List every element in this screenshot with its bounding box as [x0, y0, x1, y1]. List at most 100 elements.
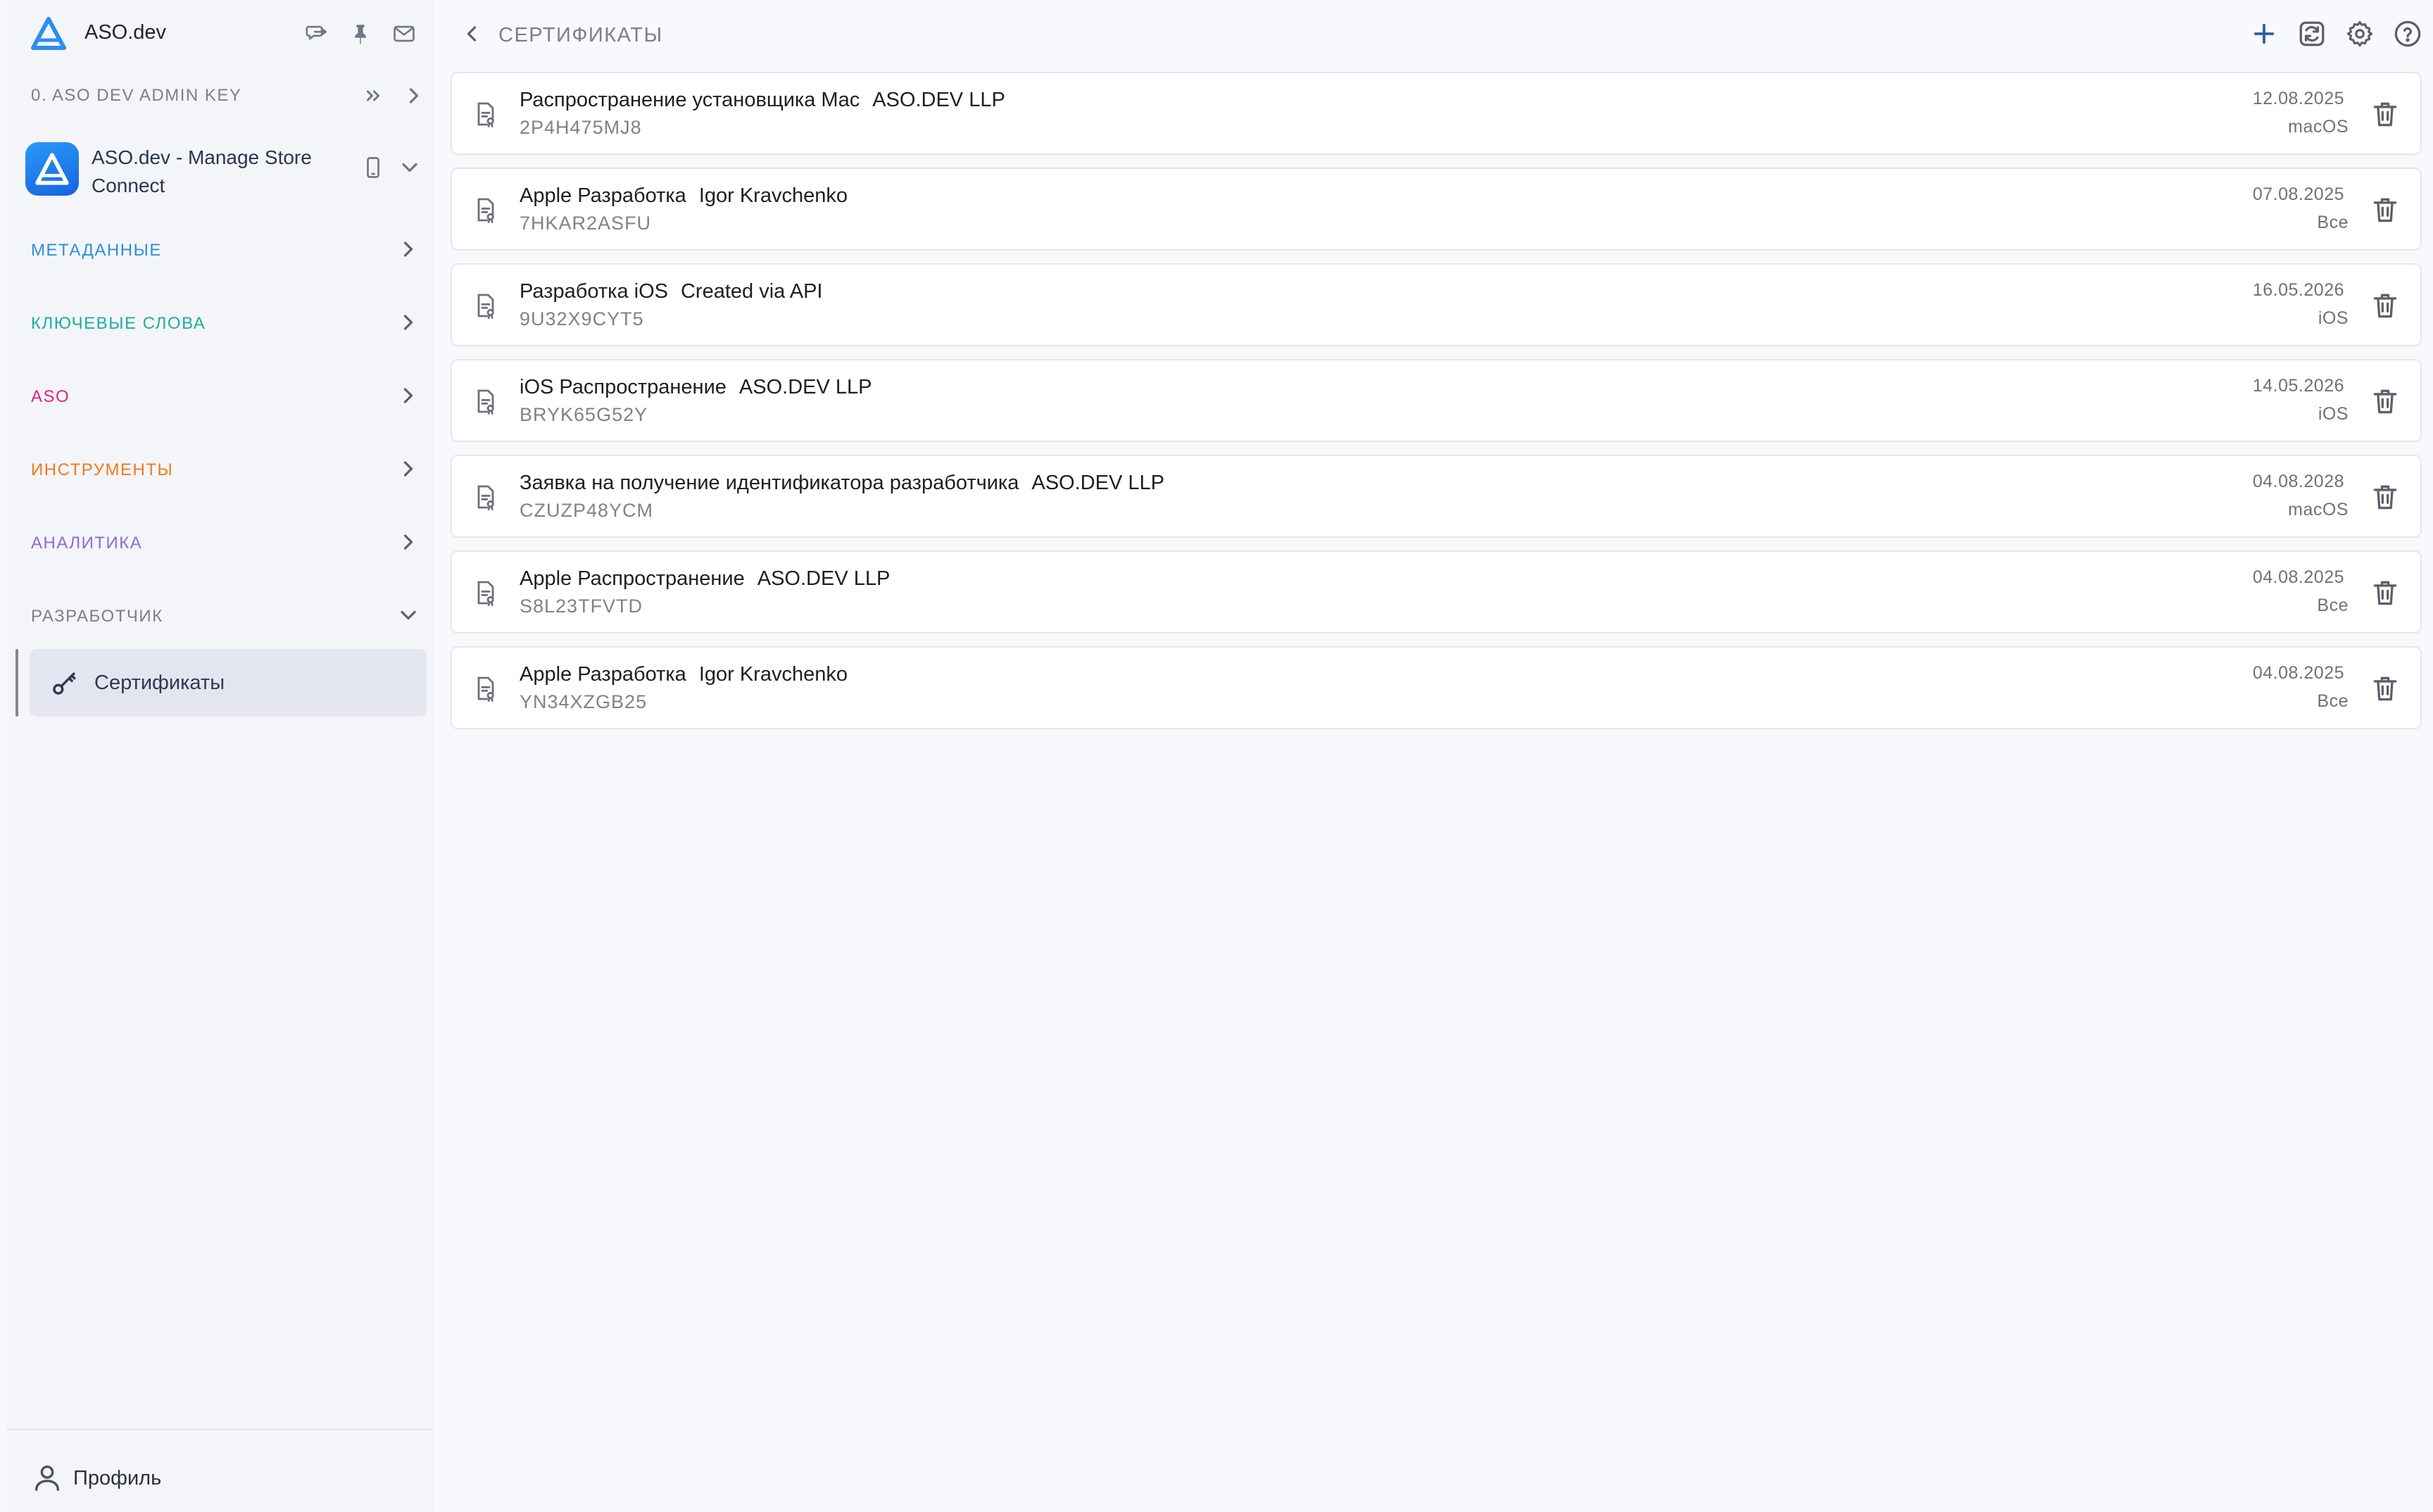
certificate-type: Разработка iOS [520, 280, 668, 303]
help-button[interactable] [2392, 18, 2423, 49]
certificate-serial: 2P4H475MJ8 [520, 117, 642, 138]
certificate-serial: S8L23TFVTD [520, 596, 643, 617]
certificate-expiry-date: 04.08.2025 [2252, 567, 2344, 587]
certificate-row[interactable]: iOS Распространение ASO.DEV LLP BRYK65G52… [451, 359, 2422, 442]
certificate-title: Apple Разработка Igor Kravchenko [520, 663, 848, 686]
certificate-file-icon [477, 485, 494, 510]
chevron-down-icon [401, 610, 416, 620]
back-chevron-icon[interactable] [459, 21, 484, 46]
nav-keywords[interactable]: КЛЮЧЕВЫЕ СЛОВА [31, 301, 425, 344]
chevron-down-icon[interactable] [397, 155, 422, 180]
certificate-owner: Igor Kravchenko [698, 184, 848, 207]
certificate-platform: iOS [2318, 404, 2349, 424]
trash-icon[interactable] [2370, 673, 2401, 704]
nav-label: АНАЛИТИКА [31, 534, 143, 553]
certificate-file-icon [477, 676, 494, 702]
certificate-title: Apple Разработка Igor Kravchenko [520, 184, 848, 208]
message-icon[interactable] [303, 20, 331, 48]
certificate-row[interactable]: Разработка iOS Created via API 9U32X9CYT5… [451, 263, 2422, 346]
nav-aso[interactable]: ASO [31, 374, 425, 417]
chevron-right-icon[interactable] [401, 83, 427, 108]
certificate-row[interactable]: Apple Разработка Igor Kravchenko YN34XZGB… [451, 646, 2422, 729]
refresh-icon [2299, 21, 2325, 46]
nav-developer[interactable]: РАЗРАБОТЧИК [31, 594, 425, 636]
certificate-expiry-date: 12.08.2025 [2252, 89, 2344, 108]
chevron-right-icon [403, 388, 413, 403]
trash-icon[interactable] [2370, 194, 2401, 225]
nav-metadata[interactable]: МЕТАДАННЫЕ [31, 228, 425, 270]
api-key-selector[interactable]: 0. ASO DEV ADMIN KEY [31, 82, 425, 110]
certificate-expiry-date: 04.08.2028 [2252, 472, 2344, 491]
settings-icon [2346, 20, 2373, 47]
certificate-file-icon [477, 294, 494, 319]
chevron-right-icon [403, 315, 413, 330]
certificate-row[interactable]: Распространение установщика Mac ASO.DEV L… [451, 72, 2422, 155]
certificate-expiry-date: 14.05.2026 [2252, 376, 2344, 396]
certificate-owner: Igor Kravchenko [698, 663, 848, 686]
chevron-right-icon [403, 534, 413, 550]
trash-icon[interactable] [2370, 99, 2401, 130]
settings-button[interactable] [2344, 18, 2375, 49]
api-key-label: 0. ASO DEV ADMIN KEY [31, 86, 242, 105]
help-icon [2394, 20, 2421, 47]
aso-logo-icon[interactable] [31, 17, 66, 51]
add-icon [2253, 23, 2275, 44]
profile-link[interactable]: Профиль [73, 1467, 161, 1490]
certificate-owner: ASO.DEV LLP [872, 89, 1005, 111]
certificate-serial: 7HKAR2ASFU [520, 213, 652, 234]
mail-icon[interactable] [390, 20, 418, 48]
phone-icon[interactable] [360, 155, 386, 180]
certificate-owner: ASO.DEV LLP [1031, 472, 1164, 494]
app-name: ASO.dev [84, 21, 167, 44]
trash-icon[interactable] [2370, 481, 2401, 512]
add-button[interactable] [2249, 18, 2280, 49]
certificate-serial: YN34XZGB25 [520, 691, 648, 712]
certificate-row[interactable]: Apple Разработка Igor Kravchenko 7HKAR2AS… [451, 168, 2422, 251]
nav-analytics[interactable]: АНАЛИТИКА [31, 521, 425, 563]
certificate-row[interactable]: Заявка на получение идентификатора разра… [451, 455, 2422, 538]
certificate-type: Apple Разработка [520, 184, 686, 207]
chevron-right-icon [403, 461, 413, 477]
nav-label: МЕТАДАННЫЕ [31, 241, 162, 260]
trash-icon[interactable] [2370, 577, 2401, 608]
app-selector[interactable]: ASO.dev - Manage Store Connect [20, 134, 428, 204]
certificate-serial: CZUZP48YCM [520, 500, 654, 521]
certificate-file-icon [477, 581, 494, 606]
certificate-owner: ASO.DEV LLP [757, 567, 891, 590]
certificate-row[interactable]: Apple Распространение ASO.DEV LLP S8L23TF… [451, 550, 2422, 634]
app-icon [25, 142, 79, 196]
pin-icon[interactable] [346, 20, 375, 48]
sidebar-item-certificates[interactable]: Сертификаты [30, 649, 427, 717]
nav-label: ASO [31, 387, 70, 406]
certificate-serial: BRYK65G52Y [520, 404, 648, 425]
nav-label: КЛЮЧЕВЫЕ СЛОВА [31, 314, 206, 333]
nav-tools[interactable]: ИНСТРУМЕНТЫ [31, 448, 425, 490]
sidebar-footer: Профиль [7, 1429, 434, 1512]
certificate-platform: macOS [2288, 117, 2349, 137]
certificate-expiry-date: 07.08.2025 [2252, 184, 2344, 204]
trash-icon[interactable] [2370, 290, 2401, 321]
user-icon[interactable] [31, 1461, 63, 1494]
sidebar-header: ASO.dev [7, 0, 434, 70]
certificate-platform: macOS [2288, 500, 2349, 519]
refresh-button[interactable] [2296, 18, 2327, 49]
certificate-serial: 9U32X9CYT5 [520, 308, 644, 329]
certificate-platform: Все [2317, 691, 2349, 711]
trash-icon[interactable] [2370, 386, 2401, 417]
page-title: СЕРТИФИКАТЫ [498, 24, 663, 46]
certificate-expiry-date: 16.05.2026 [2252, 280, 2344, 300]
certificate-owner: Created via API [680, 280, 823, 303]
certificate-file-icon [477, 389, 494, 415]
certificate-title: Заявка на получение идентификатора разра… [520, 472, 1164, 495]
certificate-title: Разработка iOS Created via API [520, 280, 822, 303]
double-chevron-right-icon[interactable] [360, 83, 386, 108]
certificate-platform: Все [2317, 213, 2349, 232]
certificate-expiry-date: 04.08.2025 [2252, 663, 2344, 683]
certificate-file-icon [477, 198, 494, 223]
certificate-type: Заявка на получение идентификатора разра… [520, 472, 1019, 494]
certificate-type: Apple Распространение [520, 567, 745, 590]
sidebar-item-label: Сертификаты [94, 672, 225, 694]
sidebar: ASO.dev 0. ASO DEV ADMIN KEY ASO.dev - M… [7, 0, 434, 1512]
active-indicator [15, 649, 18, 717]
certificate-title: iOS Распространение ASO.DEV LLP [520, 376, 872, 399]
